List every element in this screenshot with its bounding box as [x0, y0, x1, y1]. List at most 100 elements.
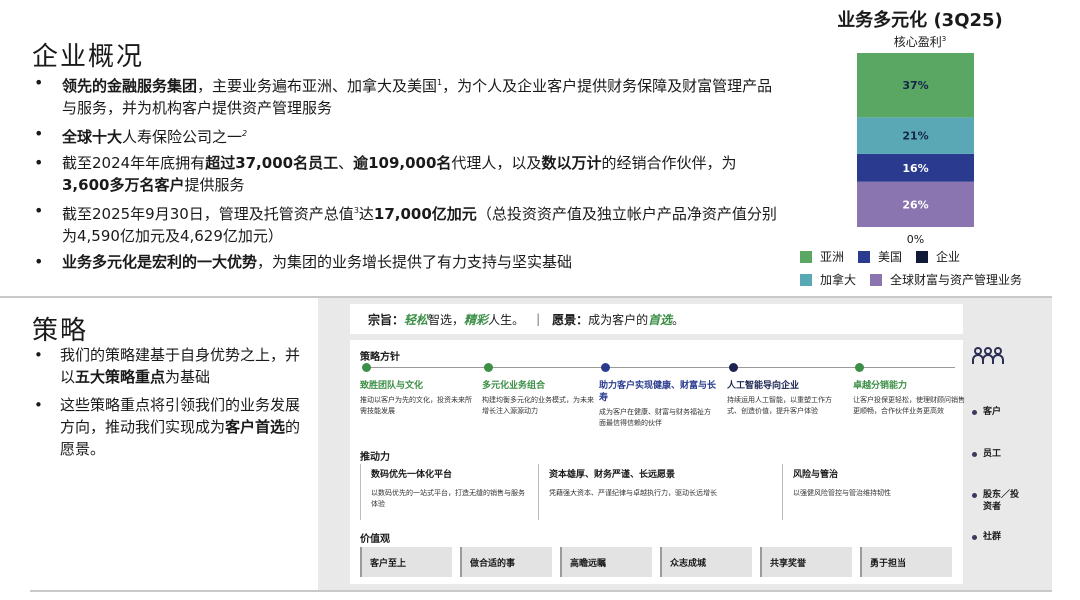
legend-item: 美国 — [858, 248, 902, 265]
legend-swatch — [800, 250, 812, 263]
bullet-text: 为基础 — [165, 368, 211, 386]
stakeholder-label: 股东／投资者 — [983, 490, 1020, 512]
strategy-title: 策略 — [32, 316, 89, 346]
legend-item: 全球财富与资产管理业务 — [870, 271, 1022, 288]
chart-legend: 亚洲 美国 企业 加拿大 全球财富与资产管理业务 — [800, 248, 1060, 294]
bullet-bold-text: 五大策略重点 — [75, 368, 166, 386]
mission-text: 人生。 — [488, 312, 525, 327]
bullet-text: ，主要业务遍布亚洲、加拿大及美国 — [197, 77, 438, 95]
legend-item: 加拿大 — [800, 271, 856, 288]
pillar-desc: 推动以客户为先的文化，投资未来所需技能发展 — [360, 396, 472, 415]
legend-row: 亚洲 美国 企业 — [800, 248, 1060, 265]
stakeholder-bullet — [972, 493, 977, 498]
overview-bullets: 领先的金融服务集团，主要业务遍布亚洲、加拿大及美国1，为个人及企业客户提供财务保… — [30, 72, 780, 277]
bullet-bold-text: 业务多元化是宏利的一大优势 — [62, 253, 258, 271]
overview-bullet-1: 领先的金融服务集团，主要业务遍布亚洲、加拿大及美国1，为个人及企业客户提供财务保… — [30, 72, 780, 119]
pillar-dot — [484, 363, 493, 372]
data-label: 37% — [902, 79, 928, 92]
strategy-pillar: 卓越分销能力 让客户投保更轻松，使理财顾问销售更顺畅，合作伙伴业务更高效 — [853, 380, 971, 417]
stakeholder-label: 社群 — [983, 532, 1002, 542]
people-group-icon — [972, 347, 1004, 364]
value-item: 共享奖誉 — [760, 547, 852, 577]
driver-title: 风险与管治 — [793, 470, 839, 480]
driver-desc: 以强健风险管控与管治维持韧性 — [793, 489, 891, 497]
mission-vision-separator: | — [536, 312, 541, 326]
bullet-bold-text: 数以万计 — [541, 154, 602, 172]
mission-highlight: 精彩 — [464, 312, 489, 327]
legend-swatch — [916, 250, 929, 263]
legend-label: 美国 — [878, 250, 903, 264]
data-label: 26% — [902, 198, 928, 211]
vision: 愿景：成为客户的首选。 — [552, 311, 684, 328]
driver-capital: 资本雄厚、财务严谨、长远愿景 凭藉强大资本、严谨纪律与卓越执行力，驱动长远增长 — [538, 464, 769, 520]
legend-label: 亚洲 — [820, 250, 845, 264]
overview-bullet-2: 全球十大人寿保险公司之一2 — [30, 123, 780, 148]
footnote-ref: 2 — [242, 129, 248, 138]
bullet-text: 达 — [358, 205, 374, 223]
value-item: 勇于担当 — [860, 547, 952, 577]
stakeholder-customers: 客户 — [972, 406, 1001, 418]
strategy-framework-card: 策略方针 致胜团队与文化 推动以客户为先的文化，投资未来所需技能发展 多元化业务组合… — [350, 340, 965, 584]
bullet-text: 截至2025年9月30日，管理及托管资产总值 — [62, 205, 354, 223]
pillar-title: 人工智能导向企业 — [727, 381, 800, 391]
strategy-pillar: 人工智能导向企业持续运用人工智能，以重塑工作方式、创造价值，提升客户体验 — [727, 380, 845, 417]
legend-label: 加拿大 — [820, 273, 857, 287]
stakeholder-community: 社群 — [972, 531, 1001, 543]
overview-bullet-5: 业务多元化是宏利的一大优势，为集团的业务增长提供了有力支持与坚实基础 — [30, 251, 780, 273]
stakeholder-bullet — [972, 452, 977, 457]
pillar-title: 多元化业务组合 — [482, 381, 546, 391]
legend-row: 加拿大 全球财富与资产管理业务 — [800, 271, 1060, 288]
legend-label: 全球财富与资产管理业务 — [890, 273, 1023, 287]
stakeholder-bullet — [972, 535, 977, 540]
stacked-bar-chart: 26% 0% 16% 21% 37% — [857, 53, 974, 244]
bullet-text: 人寿保险公司之一 — [122, 128, 243, 146]
bullet-text: 提供服务 — [184, 176, 245, 194]
legend-item: 亚洲 — [800, 248, 844, 265]
stakeholder-bullet — [972, 410, 977, 415]
driver-digital-platform: 数码优先一体化平台 以数码优先的一站式平台，打造无缝的销售与服务体验 — [360, 464, 531, 520]
bullet-bold-text: 客户首选 — [225, 418, 286, 436]
stakeholders: 客户 员工 股东／投资者 社群 — [972, 346, 1052, 542]
driver-title: 资本雄厚、财务严谨、长远愿景 — [549, 470, 676, 480]
pillar-desc: 构建均衡多元化的业务模式，为未来增长注入源源动力 — [482, 396, 594, 415]
pillar-dot — [601, 363, 610, 372]
value-item: 客户至上 — [360, 547, 452, 577]
stakeholder-employees: 员工 — [972, 448, 1001, 460]
pillar-title: 致胜团队与文化 — [360, 381, 424, 391]
bullet-bold-text: 17,000亿加元 — [373, 205, 477, 223]
legend-swatch — [870, 273, 883, 286]
driver-desc: 以数码优先的一站式平台，打造无缝的销售与服务体验 — [371, 489, 525, 508]
chart-title: 业务多元化 (3Q25) — [837, 10, 1003, 31]
bullet-bold-text: 全球十大 — [62, 128, 123, 146]
bullet-text: 代理人，以及 — [451, 154, 542, 172]
stakeholder-label: 员工 — [983, 449, 1002, 459]
bullet-text: 截至2024年年底拥有 — [62, 154, 206, 172]
strategy-pillar: 多元化业务组合构建均衡多元化的业务模式，为未来增长注入源源动力 — [482, 380, 600, 417]
overview-title: 企业概况 — [32, 42, 145, 72]
pillar-title: 助力客户实现健康、财富与长寿 — [599, 381, 717, 403]
bullet-text: 的经销合作伙伴，为 — [601, 154, 737, 172]
value-item: 众志成城 — [660, 547, 752, 577]
vision-text: 成为客户的 — [588, 312, 649, 327]
pillar-desc: 持续运用人工智能，以重塑工作方式、创造价值，提升客户体验 — [727, 396, 832, 415]
bullet-bold-text: 3,600多万名客户 — [62, 176, 185, 194]
mission-text: 智选， — [428, 312, 465, 327]
data-label: 21% — [902, 130, 928, 143]
strategy-pillar: 助力客户实现健康、财富与长寿 成为客户在健康、财富与财务福祉方面最信得信赖的伙伴 — [599, 380, 717, 429]
legend-swatch — [858, 250, 871, 263]
drivers-label: 推动力 — [360, 452, 390, 463]
vision-highlight: 首选 — [648, 312, 673, 327]
mission: 宗旨：轻松智选，精彩人生。 — [368, 311, 524, 328]
overview-bullet-3: 截至2024年年底拥有超过37,000名员工、逾109,000名代理人，以及数以… — [30, 152, 780, 196]
mission-vision-card: 宗旨：轻松智选，精彩人生。 | 愿景：成为客户的首选。 — [350, 304, 963, 334]
vision-text: 。 — [672, 312, 685, 327]
pillar-desc: 让客户投保更轻松，使理财顾问销售更顺畅，合作伙伴业务更高效 — [853, 396, 965, 415]
stakeholder-label: 客户 — [983, 407, 1002, 417]
strategy-bullets: 我们的策略建基于自身优势之上，并以五大策略重点为基础 这些策略重点将引领我们的业… — [30, 344, 310, 466]
strategy-bullet-2: 这些策略重点将引领我们的业务发展方向，推动我们实现成为客户首选的愿景。 — [30, 394, 310, 460]
mission-label: 宗旨： — [368, 312, 405, 327]
bullet-text: 、 — [338, 154, 354, 172]
pillar-dot — [729, 363, 738, 372]
pillar-dot — [362, 363, 371, 372]
bottom-divider — [30, 590, 1052, 592]
